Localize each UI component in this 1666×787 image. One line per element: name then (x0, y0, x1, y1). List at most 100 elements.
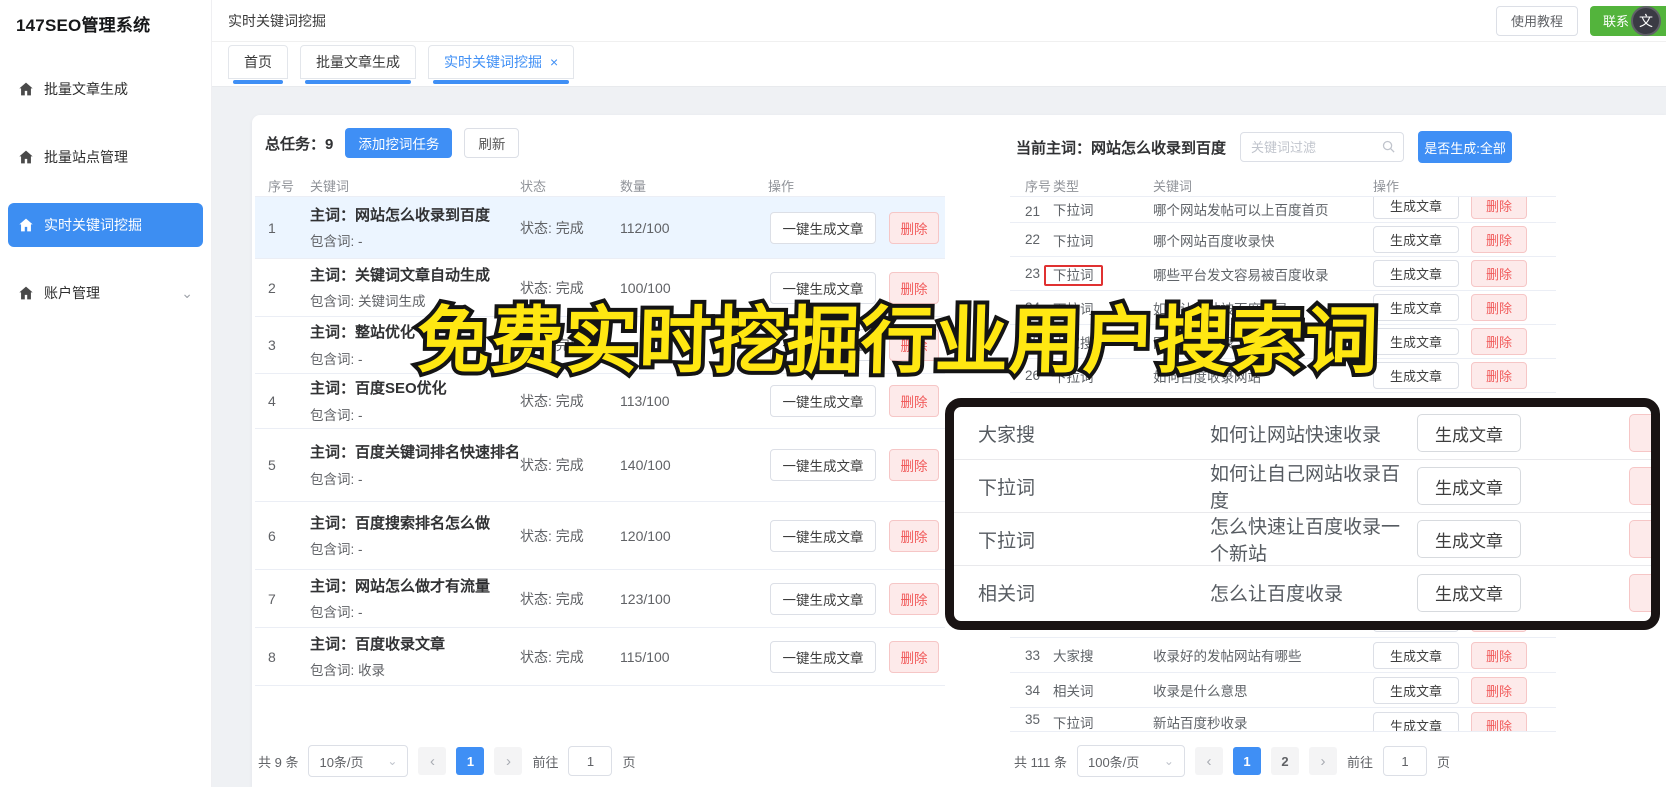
goto-page-input[interactable] (1383, 746, 1427, 776)
tab-keyword-mining[interactable]: 实时关键词挖掘 × (428, 45, 575, 84)
sidebar-item-batch-article[interactable]: 批量文章生成 (8, 67, 203, 111)
delete-button[interactable]: 删除 (1629, 520, 1651, 558)
table-row[interactable]: 5 主词：百度关键词排名快速排名 包含词: - 状态: 完成 140/100 一键… (255, 429, 945, 502)
delete-button[interactable]: 删除 (889, 640, 939, 673)
row-status: 状态: 完成 (520, 590, 584, 607)
task-toolbar: 总任务：9 添加挖词任务 刷新 (265, 128, 520, 158)
total-tasks-label: 总任务：9 (265, 135, 334, 153)
delete-button[interactable]: 删除 (1471, 226, 1527, 253)
table-row[interactable]: 8 主词：百度收录文章 包含词: 收录 状态: 完成 115/100 一键生成文章… (255, 628, 945, 686)
table-row[interactable]: 6 主词：百度搜索排名怎么做 包含词: - 状态: 完成 120/100 一键生成… (255, 502, 945, 570)
page-size-select[interactable]: 100条/页 ⌄ (1076, 745, 1185, 777)
generate-article-button[interactable]: 一键生成文章 (770, 640, 876, 673)
generate-article-button[interactable]: 一键生成文章 (770, 519, 876, 552)
generate-article-button[interactable]: 生成文章 (1417, 414, 1521, 452)
page-number-1[interactable]: 1 (456, 747, 485, 775)
prev-page-button[interactable]: ‹ (1194, 747, 1223, 775)
delete-button[interactable]: 删除 (1629, 573, 1651, 612)
delete-button[interactable]: 删除 (889, 329, 939, 361)
generate-article-button[interactable]: 生成文章 (1373, 676, 1459, 704)
delete-button[interactable]: 删除 (889, 519, 939, 552)
generate-article-button[interactable]: 一键生成文章 (770, 385, 876, 417)
generate-article-button[interactable]: 生成文章 (1373, 260, 1459, 287)
generate-article-button[interactable]: 生成文章 (1373, 712, 1459, 731)
generate-article-button[interactable]: 生成文章 (1373, 641, 1459, 669)
sidebar-item-batch-site[interactable]: 批量站点管理 (8, 135, 203, 179)
generate-article-button[interactable]: 生成文章 (1373, 197, 1459, 219)
generate-article-button[interactable]: 生成文章 (1373, 226, 1459, 253)
generate-article-button[interactable]: 一键生成文章 (770, 329, 876, 361)
table-row[interactable]: 22 下拉词 哪个网站百度收录快 生成文章 删除 (1010, 223, 1556, 257)
table-row[interactable]: 25 大家搜 网站百度收录 生成文章 删除 (1010, 325, 1556, 359)
tab-home[interactable]: 首页 (228, 45, 288, 84)
home-icon (18, 149, 34, 165)
tutorial-button[interactable]: 使用教程 (1495, 5, 1578, 36)
sidebar-item-keyword-mining[interactable]: 实时关键词挖掘 (8, 203, 203, 247)
add-mining-task-button[interactable]: 添加挖词任务 (345, 128, 453, 158)
generate-article-button[interactable]: 一键生成文章 (770, 271, 876, 304)
table-row[interactable]: 2 主词：关键词文章自动生成 包含词: 关键词生成 状态: 完成 100/100 … (255, 259, 945, 317)
table-row[interactable]: 26 下拉词 如何百度收录网站 生成文章 删除 (1010, 359, 1556, 393)
close-icon[interactable]: × (550, 54, 558, 70)
delete-button[interactable]: 删除 (1471, 294, 1527, 321)
translate-float-icon[interactable]: 文 (1631, 6, 1661, 36)
generate-article-button[interactable]: 生成文章 (1373, 328, 1459, 355)
generate-article-button[interactable]: 一键生成文章 (770, 211, 876, 244)
delete-button[interactable]: 删除 (1471, 197, 1527, 219)
page-number-2[interactable]: 2 (1270, 747, 1299, 775)
row-qty: 115/100 (620, 648, 670, 665)
delete-button[interactable]: 删除 (1471, 641, 1527, 669)
next-page-button[interactable]: › (494, 747, 523, 775)
delete-button[interactable]: 删除 (889, 582, 939, 615)
row-keyword: 哪些平台发文容易被百度收录 (1153, 267, 1329, 283)
delete-button[interactable]: 删除 (1629, 467, 1651, 505)
search-icon[interactable] (1381, 139, 1396, 154)
delete-button[interactable]: 删除 (1471, 328, 1527, 355)
table-row[interactable]: 33 大家搜 收录好的发帖网站有哪些 生成文章 删除 (1010, 638, 1556, 673)
table-row[interactable]: 35 下拉词 新站百度秒收录 生成文章 删除 (1010, 708, 1556, 732)
generate-article-button[interactable]: 一键生成文章 (770, 449, 876, 481)
goto-page-input[interactable] (568, 746, 613, 776)
table-row[interactable]: 3 主词：整站优化 包含词: - 状态: 完成 一键生成文章 删除 (255, 317, 945, 374)
page-size-value: 10条/页 (319, 754, 364, 770)
generate-article-button[interactable]: 生成文章 (1417, 467, 1521, 505)
table-row[interactable]: 21 下拉词 哪个网站发帖可以上百度首页 生成文章 删除 (1010, 197, 1556, 223)
next-page-button[interactable]: › (1308, 747, 1337, 775)
page-number-1[interactable]: 1 (1232, 747, 1261, 775)
prev-page-button[interactable]: ‹ (418, 747, 447, 775)
delete-button[interactable]: 删除 (1471, 362, 1527, 389)
delete-button[interactable]: 删除 (1471, 260, 1527, 287)
sidebar-item-account[interactable]: 账户管理 ⌄ (8, 271, 203, 315)
table-row[interactable]: 4 主词：百度SEO优化 包含词: - 状态: 完成 113/100 一键生成文章… (255, 374, 945, 429)
generate-article-button[interactable]: 一键生成文章 (770, 582, 876, 615)
delete-button[interactable]: 删除 (1629, 414, 1651, 452)
page-size-select[interactable]: 10条/页 ⌄ (308, 745, 409, 777)
row-seq: 6 (268, 527, 276, 544)
col-seq: 序号 (1025, 179, 1052, 194)
generate-article-button[interactable]: 生成文章 (1373, 362, 1459, 389)
delete-button[interactable]: 删除 (1471, 712, 1527, 731)
refresh-button[interactable]: 刷新 (464, 128, 520, 158)
tab-batch-article[interactable]: 批量文章生成 (300, 45, 416, 84)
keyword-filter-input[interactable] (1240, 132, 1405, 162)
generate-all-button[interactable]: 是否生成:全部 (1418, 131, 1513, 163)
row-keyword: 收录是什么意思 (1153, 684, 1248, 699)
table-row[interactable]: 23 下拉词 哪些平台发文容易被百度收录 生成文章 删除 (1010, 257, 1556, 291)
generate-article-button[interactable]: 生成文章 (1417, 573, 1521, 612)
row-keyword: 哪个网站百度收录快 (1153, 233, 1275, 249)
row-type: 相关词 (978, 584, 1036, 605)
delete-button[interactable]: 删除 (889, 385, 939, 417)
table-row[interactable]: 1 主词：网站怎么收录到百度 包含词: - 状态: 完成 112/100 一键生成… (255, 197, 945, 259)
delete-button[interactable]: 删除 (1471, 676, 1527, 704)
delete-button[interactable]: 删除 (889, 271, 939, 304)
row-qty: 112/100 (620, 219, 670, 236)
table-row[interactable]: 7 主词：网站怎么做才有流量 包含词: - 状态: 完成 123/100 一键生成… (255, 570, 945, 628)
chevron-down-icon: ⌄ (1163, 754, 1174, 768)
table-row[interactable]: 34 相关词 收录是什么意思 生成文章 删除 (1010, 673, 1556, 708)
generate-article-button[interactable]: 生成文章 (1373, 294, 1459, 321)
row-seq: 1 (268, 219, 276, 236)
delete-button[interactable]: 删除 (889, 449, 939, 481)
generate-article-button[interactable]: 生成文章 (1417, 520, 1521, 558)
delete-button[interactable]: 删除 (889, 211, 939, 244)
table-row[interactable]: 24 下拉词 如何让网站被百度收录 生成文章 删除 (1010, 291, 1556, 325)
